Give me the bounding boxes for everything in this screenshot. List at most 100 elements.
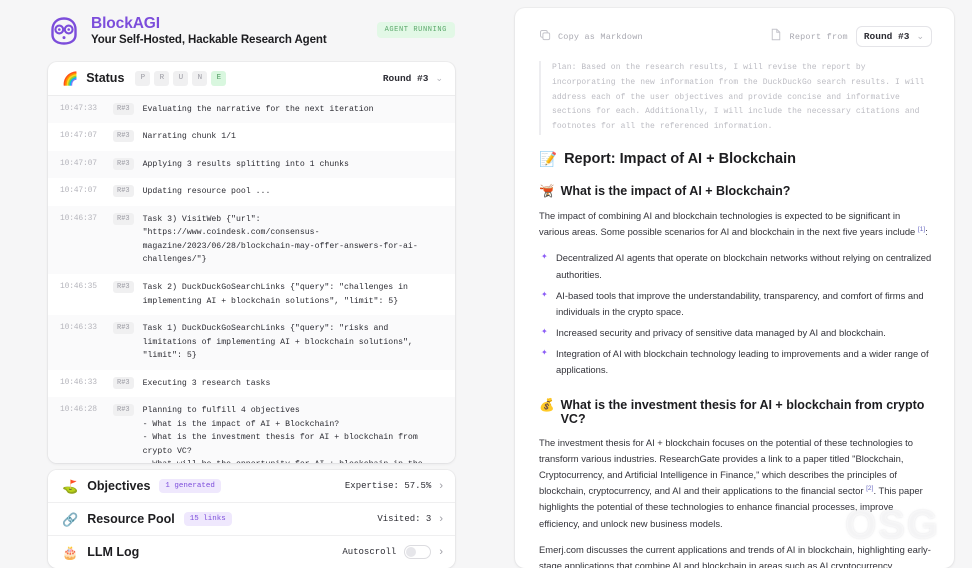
status-round-label: Round #3 <box>382 72 429 84</box>
blockagi-logo-icon <box>48 15 80 47</box>
log-timestamp: 10:47:07 <box>60 186 97 196</box>
section-heading: 💰 What is the investment thesis for AI + … <box>539 398 932 426</box>
accordion-right: Expertise: 57.5% › <box>344 480 443 492</box>
section-paragraph: The impact of combining AI and blockchai… <box>539 209 928 238</box>
app-root: BlockAGI Your Self-Hosted, Hackable Rese… <box>0 0 972 568</box>
accordion-count-pill: 1 generated <box>159 479 221 493</box>
brand-text: BlockAGI Your Self-Hosted, Hackable Rese… <box>91 14 327 48</box>
section-paragraph: The investment thesis for AI + blockchai… <box>539 436 923 529</box>
chevron-right-icon[interactable]: › <box>439 546 443 558</box>
prune-phase-badges: PRUNE <box>135 70 227 86</box>
log-row: 10:46:33 R#3 Task 1) DuckDuckGoSearchLinks… <box>48 315 455 370</box>
chevron-right-icon[interactable]: › <box>439 480 443 492</box>
log-timestamp: 10:47:07 <box>60 131 97 141</box>
status-panel-title: Status <box>86 71 125 86</box>
log-message: Narrating chunk 1/1 <box>142 132 236 142</box>
log-message: Updating resource pool ... <box>142 187 271 197</box>
log-row: 10:46:28 R#3 Planning to fulfill 4 objecti… <box>48 397 455 463</box>
accordion-row-llm-log[interactable]: 🎂 LLM Log Autoscroll › <box>48 536 455 568</box>
status-round-selector[interactable]: Round #3 ⌄ <box>383 73 443 84</box>
copy-as-markdown-button[interactable]: Copy as Markdown <box>539 28 643 46</box>
status-panel: 🌈 Status PRUNE Round #3 ⌄ 10:47:33 R#3 Eva… <box>48 61 455 463</box>
phase-badge-n[interactable]: N <box>192 70 208 86</box>
section-heading-text: What is the investment thesis for AI + b… <box>560 397 925 426</box>
accordion-row-objectives[interactable]: ⛳ Objectives 1 generated Expertise: 57.5% › <box>48 470 455 503</box>
log-message: Task 2) DuckDuckGoSearchLinks {"query": … <box>142 283 413 306</box>
log-round-badge: R#3 <box>113 157 134 170</box>
report-from-label: Report from <box>789 31 848 42</box>
citation-ref[interactable]: [2] <box>866 485 873 492</box>
bullet-item: Decentralized AI agents that operate on … <box>539 250 932 282</box>
log-round-badge: R#3 <box>113 281 134 293</box>
report-toolbar: Copy as Markdown Report from Round #3 ⌄ <box>539 26 932 47</box>
report-from-group: Report from Round #3 ⌄ <box>770 26 932 47</box>
report-sections: 🫕 What is the impact of AI + Blockchain? T… <box>539 184 932 568</box>
report-panel: Copy as Markdown Report from Round #3 ⌄ <box>515 8 954 568</box>
bullet-item: AI-based tools that improve the understa… <box>539 288 932 320</box>
phase-badge-e[interactable]: E <box>211 70 227 86</box>
document-icon <box>770 28 782 46</box>
brand-subtitle: Your Self-Hosted, Hackable Research Agen… <box>91 34 327 47</box>
accordion-row-resource-pool[interactable]: 🔗 Resource Pool 15 links Visited: 3 › <box>48 503 455 536</box>
phase-badge-u[interactable]: U <box>173 70 189 86</box>
chevron-down-icon: ⌄ <box>916 31 924 41</box>
accordion-stat: Visited: 3 <box>377 514 432 524</box>
accordion-stat: Expertise: 57.5% <box>344 481 432 491</box>
section-icon: 🫕 <box>539 183 555 198</box>
accordion-stat: Autoscroll <box>342 547 397 557</box>
brand-title: BlockAGI <box>91 15 160 32</box>
brand-header: BlockAGI Your Self-Hosted, Hackable Rese… <box>48 14 455 48</box>
log-round-badge: R#3 <box>113 130 134 143</box>
log-round-badge: R#3 <box>113 404 134 417</box>
phase-badge-p[interactable]: P <box>135 70 151 86</box>
rainbow-icon: 🌈 <box>62 70 79 86</box>
accordion-count-pill: 15 links <box>183 512 232 526</box>
log-timestamp: 10:46:33 <box>60 323 97 333</box>
agent-status-badge: AGENT RUNNING <box>376 22 455 38</box>
memo-icon: 📝 <box>539 151 558 168</box>
log-message: Evaluating the narrative for the next it… <box>142 104 374 114</box>
accordion-title: LLM Log <box>87 545 140 559</box>
autoscroll-toggle[interactable] <box>404 545 432 559</box>
section-icon: 🎂 <box>62 544 79 560</box>
section-icon: 🔗 <box>62 511 79 527</box>
log-message: Planning to fulfill 4 objectives - What … <box>142 406 423 463</box>
copy-icon <box>539 28 551 46</box>
accordion-title: Resource Pool <box>87 512 175 526</box>
phase-badge-r[interactable]: R <box>154 70 170 86</box>
log-row: 10:47:07 R#3 Updating resource pool ... <box>48 178 455 206</box>
citation-ref[interactable]: [1] <box>918 226 925 233</box>
accordion-panel: ⛳ Objectives 1 generated Expertise: 57.5% › 🔗… <box>48 470 455 568</box>
plan-text: Plan: Based on the research results, I w… <box>552 63 925 132</box>
plan-block: Plan: Based on the research results, I w… <box>539 61 932 135</box>
accordion-right: Visited: 3 › <box>377 513 443 525</box>
report-title-text: Report: Impact of AI + Blockchain <box>564 151 796 168</box>
log-message: Executing 3 research tasks <box>142 378 271 388</box>
log-round-badge: R#3 <box>113 102 134 115</box>
report-round-select[interactable]: Round #3 ⌄ <box>855 26 932 47</box>
right-column: Copy as Markdown Report from Round #3 ⌄ <box>490 0 972 568</box>
report-title: 📝 Report: Impact of AI + Blockchain <box>539 151 932 168</box>
chevron-right-icon[interactable]: › <box>439 513 443 525</box>
log-row: 10:47:33 R#3 Evaluating the narrative for … <box>48 95 455 124</box>
log-timestamp: 10:47:33 <box>60 103 97 113</box>
status-panel-header[interactable]: 🌈 Status PRUNE Round #3 ⌄ <box>48 62 455 96</box>
log-row: 10:47:07 R#3 Applying 3 results splitting … <box>48 150 455 179</box>
section-heading: 🫕 What is the impact of AI + Blockchain? <box>539 184 932 199</box>
log-row: 10:46:37 R#3 Task 3) VisitWeb {"url": "htt… <box>48 205 455 274</box>
copy-as-markdown-label: Copy as Markdown <box>558 31 643 42</box>
log-row: 10:46:33 R#3 Executing 3 research tasks <box>48 370 455 398</box>
log-round-badge: R#3 <box>113 376 134 389</box>
log-timestamp: 10:46:28 <box>60 405 97 415</box>
log-timestamp: 10:46:35 <box>60 282 97 291</box>
left-column: BlockAGI Your Self-Hosted, Hackable Rese… <box>0 0 490 568</box>
status-log-list[interactable]: 10:47:33 R#3 Evaluating the narrative for … <box>48 95 455 463</box>
log-round-badge: R#3 <box>113 185 134 198</box>
section-heading-text: What is the impact of AI + Blockchain? <box>560 183 791 198</box>
log-timestamp: 10:47:07 <box>60 158 97 168</box>
log-row: 10:47:07 R#3 Narrating chunk 1/1 <box>48 123 455 151</box>
section-icon: 💰 <box>539 397 555 412</box>
log-message: Task 1) DuckDuckGoSearchLinks {"query": … <box>142 324 418 361</box>
log-round-badge: R#3 <box>113 322 134 335</box>
log-message: Task 3) VisitWeb {"url": "https://www.co… <box>142 214 418 265</box>
